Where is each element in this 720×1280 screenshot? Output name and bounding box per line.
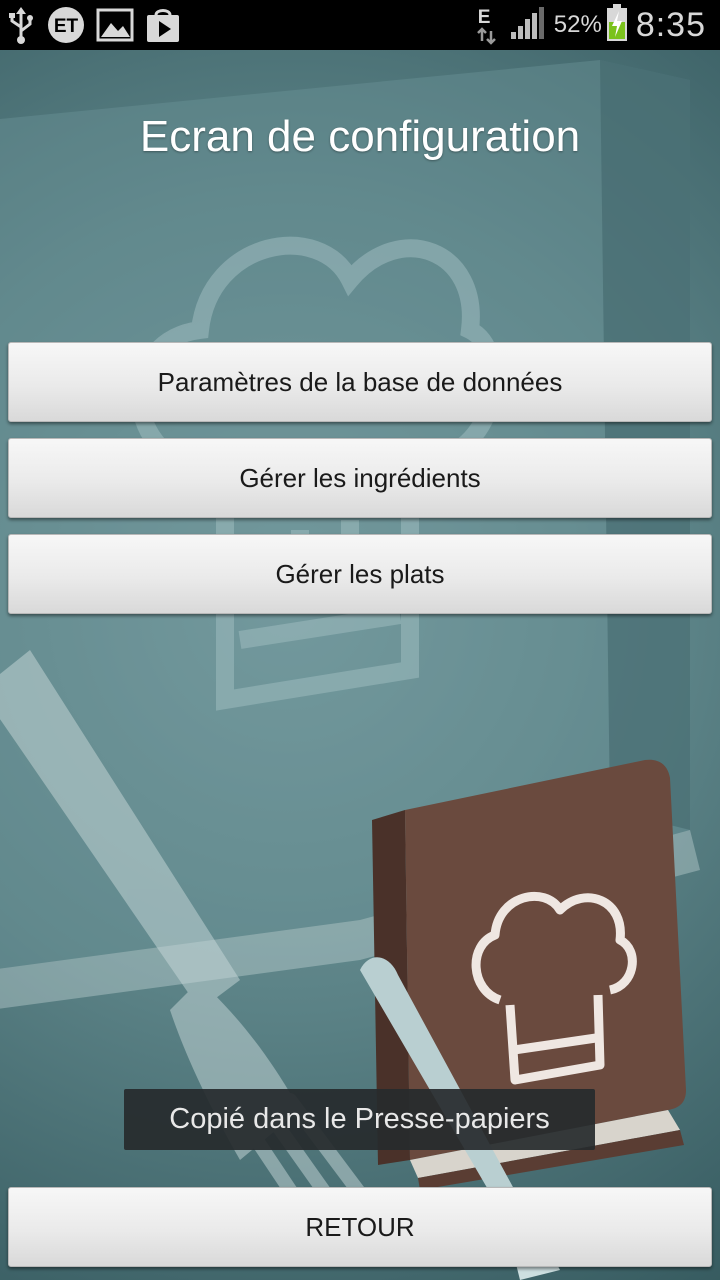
toast-message: Copié dans le Presse-papiers	[169, 1103, 550, 1135]
clock: 8:35	[635, 5, 706, 44]
database-settings-button[interactable]: Paramètres de la base de données	[8, 342, 712, 422]
svg-text:ET: ET	[54, 16, 79, 37]
manage-dishes-button[interactable]: Gérer les plats	[8, 534, 712, 614]
manage-ingredients-button[interactable]: Gérer les ingrédients	[8, 438, 712, 518]
play-store-icon	[144, 6, 182, 44]
notification-icons: ET	[6, 5, 182, 45]
network-type: E	[477, 7, 491, 28]
manage-dishes-label: Gérer les plats	[275, 558, 445, 589]
usb-icon	[6, 5, 36, 45]
page-title: Ecran de configuration	[139, 112, 581, 161]
battery-charging-icon	[606, 3, 628, 47]
clipboard-toast: Copié dans le Presse-papiers	[124, 1089, 595, 1150]
back-label: RETOUR	[305, 1211, 415, 1242]
signal-strength-icon	[510, 6, 546, 45]
battery-percent: 52%	[553, 11, 602, 38]
network-data-icon: E	[474, 5, 500, 45]
image-icon	[96, 7, 134, 43]
back-button[interactable]: RETOUR	[8, 1187, 712, 1267]
manage-ingredients-label: Gérer les ingrédients	[239, 462, 481, 493]
database-settings-label: Paramètres de la base de données	[157, 366, 563, 397]
et-icon: ET	[46, 5, 86, 45]
system-status: E 52% 8:35	[474, 0, 706, 50]
status-bar: ET E 52% 8:35	[0, 0, 720, 50]
